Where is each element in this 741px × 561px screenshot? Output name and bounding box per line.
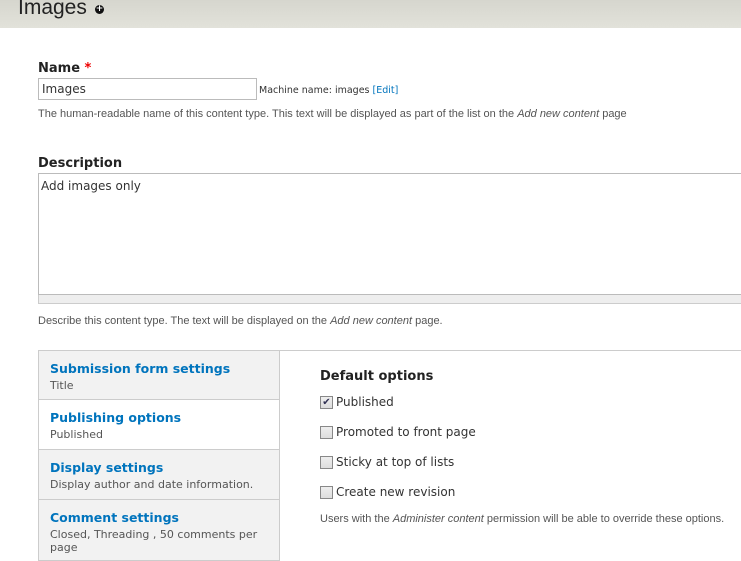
help-text: page	[599, 108, 627, 120]
promoted-checkbox[interactable]	[320, 426, 333, 439]
options-help: Users with the Administer content permis…	[320, 512, 730, 526]
tab-comment-settings[interactable]: Comment settings Closed, Threading , 50 c…	[39, 500, 279, 561]
help-text: permission will be able to override thes…	[483, 513, 725, 525]
name-label-text: Name	[38, 61, 81, 76]
sticky-checkbox[interactable]	[320, 456, 333, 469]
description-label: Description	[38, 156, 123, 171]
name-help: The human-readable name of this content …	[38, 107, 738, 121]
promoted-label: Promoted to front page	[336, 425, 476, 439]
page-header	[0, 0, 741, 28]
revision-checkbox[interactable]	[320, 486, 333, 499]
plus-circle-icon[interactable]: +	[95, 5, 104, 14]
help-emphasis: Add new content	[517, 108, 600, 120]
tab-title: Submission form settings	[50, 361, 231, 376]
tab-summary: Closed, Threading , 50 comments per page	[50, 528, 258, 554]
tab-summary: Display author and date information.	[50, 478, 254, 491]
machine-name-edit-link[interactable]: [Edit]	[373, 85, 399, 96]
sticky-label: Sticky at top of lists	[336, 455, 455, 469]
help-emphasis: Administer content	[392, 513, 484, 525]
published-checkbox[interactable]: ✔	[320, 396, 333, 409]
help-emphasis: Add new content	[330, 315, 413, 327]
tab-summary: Title	[50, 379, 74, 392]
published-label: Published	[336, 395, 394, 409]
help-text: Describe this content type. The text wil…	[38, 315, 331, 327]
help-text: The human-readable name of this content …	[38, 108, 518, 120]
description-textarea[interactable]: Add images only	[38, 173, 741, 295]
tab-title: Publishing options	[50, 410, 182, 425]
vertical-tab-list: Submission form settings Title Publishing…	[38, 351, 280, 561]
help-text: Users with the	[320, 513, 393, 525]
tab-title: Display settings	[50, 460, 164, 475]
name-label: Name *	[38, 61, 91, 76]
help-text: page.	[412, 315, 443, 327]
tab-title: Comment settings	[50, 510, 179, 525]
tab-publishing-options[interactable]: Publishing options Published	[39, 400, 279, 450]
machine-name-text: Machine name: images	[259, 85, 370, 96]
default-options-heading: Default options	[320, 369, 434, 384]
description-help: Describe this content type. The text wil…	[38, 314, 738, 328]
revision-label: Create new revision	[336, 485, 456, 499]
machine-name: Machine name: images [Edit]	[259, 85, 398, 96]
tab-submission-form-settings[interactable]: Submission form settings Title	[39, 351, 279, 400]
required-marker: *	[84, 61, 92, 76]
textarea-resize-handle[interactable]	[38, 295, 741, 304]
name-input[interactable]: Images	[38, 78, 257, 100]
tab-display-settings[interactable]: Display settings Display author and date …	[39, 450, 279, 500]
page-title: Images	[18, 0, 87, 19]
tab-summary: Published	[50, 428, 103, 441]
